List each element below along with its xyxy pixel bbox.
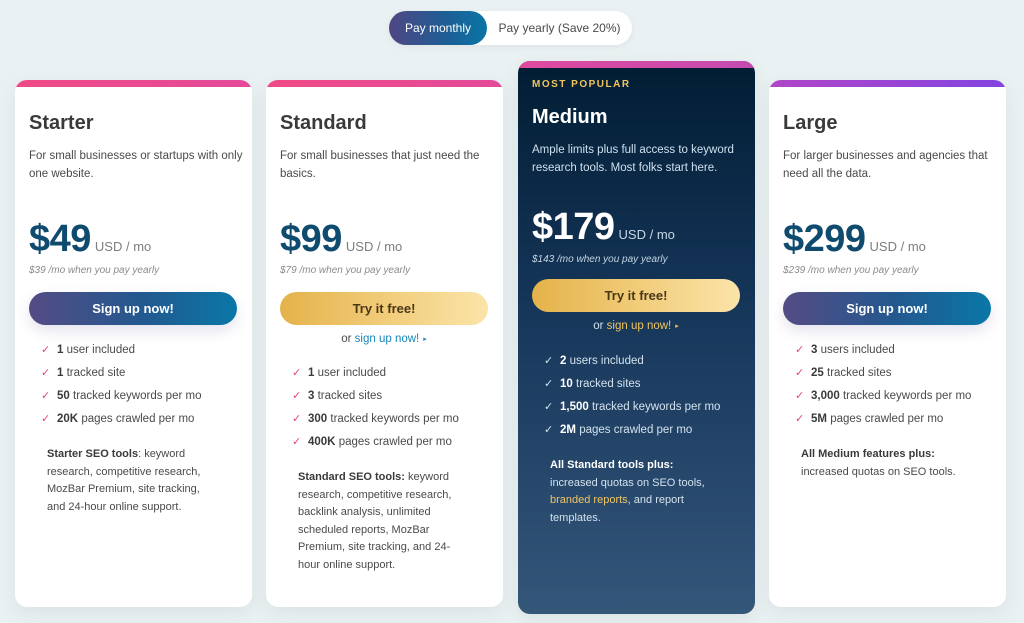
feature-item: ✓ 1 user included [280,362,459,385]
price-unit: USD / mo [94,239,152,254]
plan-title: Medium [532,106,608,128]
price-row: $99 USD / mo [280,218,402,261]
sign-up-button[interactable]: Sign up now! [29,292,237,325]
feature-item: ✓ 3,000 tracked keywords per mo [783,385,971,408]
yearly-price-note: $239 /mo when you pay yearly [783,265,919,276]
check-icon: ✓ [41,390,51,402]
billing-toggle[interactable]: Pay monthly Pay yearly (Save 20%) [389,11,632,45]
branded-reports-highlight: branded reports [550,494,628,506]
try-free-button[interactable]: Try it free! [280,292,488,325]
plan-card-medium: MOST POPULAR Medium Ample limits plus fu… [518,61,755,614]
plan-title: Large [783,112,838,134]
alt-signup-line: or sign up now! ▸ [593,320,679,332]
plan-tools-description: All Medium features plus: increased quot… [801,448,956,478]
yearly-price-note: $39 /mo when you pay yearly [29,265,160,276]
yearly-price-note: $79 /mo when you pay yearly [280,265,411,276]
check-icon: ✓ [292,413,302,425]
try-free-button[interactable]: Try it free! [532,279,740,312]
price-row: $179 USD / mo [532,206,675,249]
plan-price: $179 [532,206,615,248]
feature-item: ✓ 10 tracked sites [532,373,720,396]
feature-list: ✓ 3 users included ✓ 25 tracked sites ✓ 3,0… [783,339,971,431]
feature-list: ✓ 1 user included ✓ 1 tracked site ✓ 50 tra… [29,339,201,431]
check-icon: ✓ [795,344,805,356]
plan-price: $49 [29,218,91,260]
sign-up-link[interactable]: sign up now! [355,333,420,345]
price-unit: USD / mo [618,227,675,242]
feature-item: ✓ 50 tracked keywords per mo [29,385,201,408]
arrow-right-icon: ▸ [423,335,427,343]
sign-up-link[interactable]: sign up now! [607,320,672,332]
plan-description: For small businesses that just need the … [280,150,480,180]
price-row: $299 USD / mo [783,218,926,261]
feature-list: ✓ 1 user included ✓ 3 tracked sites ✓ 300 t… [280,362,459,454]
card-accent-bar [518,61,755,68]
plan-card-standard: Standard For small businesses that just … [266,80,503,607]
check-icon: ✓ [41,413,51,425]
check-icon: ✓ [544,401,554,413]
feature-item: ✓ 20K pages crawled per mo [29,408,201,431]
plan-title: Starter [29,112,94,134]
check-icon: ✓ [41,367,51,379]
check-icon: ✓ [41,344,51,356]
feature-item: ✓ 1 user included [29,339,201,362]
check-icon: ✓ [292,367,302,379]
plan-card-starter: Starter For small businesses or startups… [15,80,252,607]
check-icon: ✓ [795,390,805,402]
feature-item: ✓ 1,500 tracked keywords per mo [532,396,720,419]
plan-price: $299 [783,218,866,260]
arrow-right-icon: ▸ [675,322,679,330]
feature-item: ✓ 5M pages crawled per mo [783,408,971,431]
alt-signup-line: or sign up now! ▸ [341,333,427,345]
card-accent-bar [266,80,503,87]
plan-tools-description: All Standard tools plus: increased quota… [550,459,705,524]
feature-item: ✓ 3 tracked sites [280,385,459,408]
feature-item: ✓ 2 users included [532,350,720,373]
check-icon: ✓ [292,390,302,402]
price-row: $49 USD / mo [29,218,151,261]
feature-item: ✓ 1 tracked site [29,362,201,385]
plan-title: Standard [280,112,367,134]
plan-tools-description: Standard SEO tools: keyword research, co… [298,471,452,571]
most-popular-badge: MOST POPULAR [532,79,631,90]
feature-item: ✓ 400K pages crawled per mo [280,431,459,454]
yearly-price-note: $143 /mo when you pay yearly [532,254,668,265]
card-accent-bar [15,80,252,87]
plan-card-large: Large For larger businesses and agencies… [769,80,1006,607]
sign-up-button[interactable]: Sign up now! [783,292,991,325]
price-unit: USD / mo [345,239,403,254]
feature-item: ✓ 25 tracked sites [783,362,971,385]
check-icon: ✓ [544,378,554,390]
plan-price: $99 [280,218,342,260]
feature-list: ✓ 2 users included ✓ 10 tracked sites ✓ 1,5… [532,350,720,442]
plan-description: Ample limits plus full access to keyword… [532,144,734,174]
check-icon: ✓ [795,367,805,379]
pay-monthly-option[interactable]: Pay monthly [389,11,487,45]
card-accent-bar [769,80,1006,87]
feature-item: ✓ 300 tracked keywords per mo [280,408,459,431]
check-icon: ✓ [544,355,554,367]
feature-item: ✓ 2M pages crawled per mo [532,419,720,442]
pay-yearly-option[interactable]: Pay yearly (Save 20%) [487,11,632,45]
plan-description: For larger businesses and agencies that … [783,150,988,180]
check-icon: ✓ [544,424,554,436]
check-icon: ✓ [795,413,805,425]
check-icon: ✓ [292,436,302,448]
plan-tools-description: Starter SEO tools: keyword research, com… [47,448,201,513]
feature-item: ✓ 3 users included [783,339,971,362]
plan-description: For small businesses or startups with on… [29,150,243,180]
price-unit: USD / mo [869,239,926,254]
